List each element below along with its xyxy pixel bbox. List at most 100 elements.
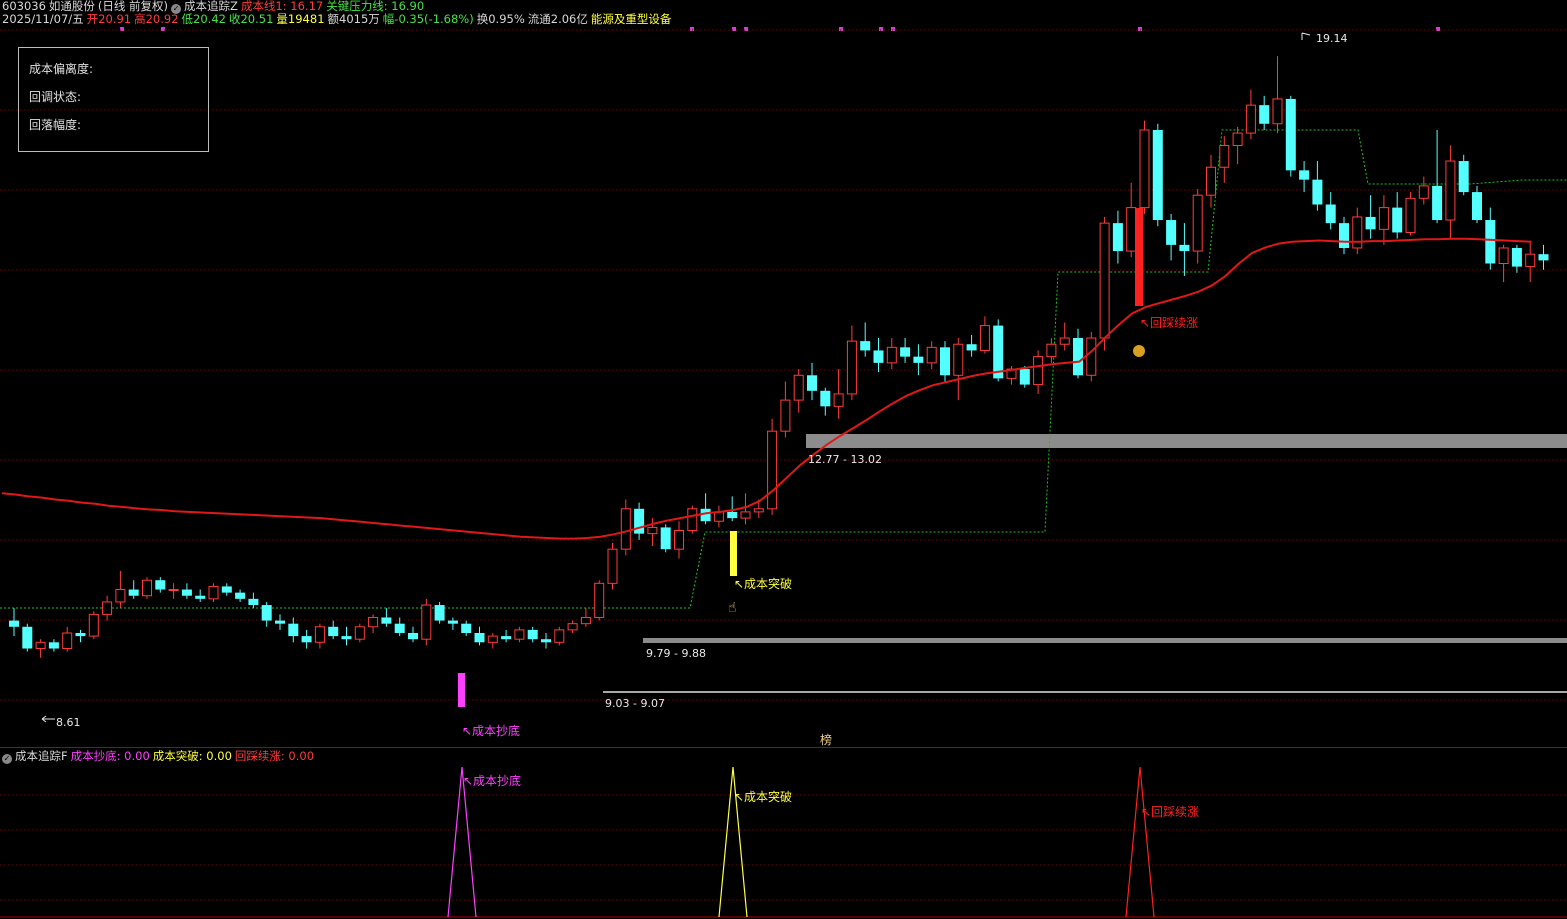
kline-chart[interactable]: 12.77 - 13.02 9.79 - 9.88 9.03 - 9.07 19.14… <box>0 0 1567 919</box>
candle-body <box>155 580 166 590</box>
candle-body <box>727 511 738 519</box>
candle-body <box>1299 170 1310 180</box>
sub-chart-header: ✓ 成本追踪F 成本抄底: 0.00 成本突破: 0.00 回踩续涨: 0.00 <box>2 750 317 764</box>
candle-body <box>102 601 113 615</box>
candle-body <box>328 626 339 637</box>
candle-body <box>1418 185 1429 199</box>
candle-body <box>580 616 591 625</box>
signal-spike-label: ↖回踩续涨 <box>1141 804 1199 819</box>
candle-body <box>341 636 352 640</box>
candle-body <box>1059 337 1070 345</box>
candle-body <box>248 598 259 606</box>
money-bag-icon <box>1133 345 1145 357</box>
candle-body <box>275 620 285 624</box>
candle-body <box>1192 194 1203 252</box>
candle-body <box>979 325 990 351</box>
low-pointer <box>41 715 55 723</box>
cost-line <box>1 237 1532 540</box>
price-zones <box>603 434 1567 693</box>
candle-body <box>607 548 618 584</box>
candle-body <box>221 586 232 593</box>
signal-spike-label: ↖成本抄底 <box>463 773 521 788</box>
candle-body <box>128 589 139 596</box>
zone-band-middle <box>643 638 1567 643</box>
signal-spike-label: ↖成本突破 <box>734 789 792 804</box>
candle-body <box>1312 179 1323 205</box>
candle-body <box>1046 343 1057 358</box>
candle-body <box>966 344 977 351</box>
candle-body <box>1458 161 1469 193</box>
candle-body <box>527 629 538 640</box>
candle-body <box>22 626 33 649</box>
hand-cursor-icon: ☝ <box>728 600 737 616</box>
signal-spike <box>447 766 477 918</box>
candle-body <box>567 623 578 631</box>
sub-indicator-menu-icon[interactable]: ✓ <box>2 754 12 764</box>
candle-body <box>1206 166 1216 196</box>
candle-body <box>75 632 86 637</box>
high-pointer <box>1301 32 1311 40</box>
signal-spike <box>1125 766 1155 918</box>
sub-grid-lines <box>0 794 1567 918</box>
candle-body <box>514 629 525 640</box>
candle-body <box>1538 254 1549 261</box>
candle-body <box>820 390 831 407</box>
low-price-label: 8.61 <box>56 716 81 729</box>
candle-body <box>793 374 804 401</box>
candle-body <box>833 393 844 407</box>
candle-body <box>1259 105 1270 124</box>
candle-body <box>554 629 565 643</box>
candle-body <box>394 623 405 633</box>
sub-indicator-name[interactable]: 成本追踪F <box>15 749 68 763</box>
candle-body <box>1472 192 1482 221</box>
candle-body <box>1139 129 1150 209</box>
candle-body <box>913 356 924 363</box>
candle-body <box>1232 132 1243 147</box>
candle-body <box>1152 129 1163 221</box>
pullback-status-label: 回调状态: <box>29 90 82 104</box>
candle-body <box>1511 247 1522 267</box>
candle-body <box>594 582 605 618</box>
zone-band-lower <box>603 691 1567 693</box>
panel-divider[interactable] <box>0 747 1567 748</box>
candle-body <box>9 620 19 627</box>
candle-body <box>674 530 684 550</box>
candle-body <box>1445 160 1456 221</box>
candle-body <box>886 346 897 364</box>
zone-band-upper <box>806 434 1567 448</box>
drop-ratio-label: 回落幅度: <box>29 118 82 132</box>
zone-label: 12.77 - 13.02 <box>808 453 882 466</box>
candle-body <box>1392 207 1403 233</box>
candle-body <box>1432 185 1443 221</box>
candle-body <box>873 350 884 363</box>
candle-body <box>807 375 817 391</box>
candle-body <box>487 635 498 643</box>
candle-body <box>1285 98 1296 171</box>
sub-bottom-label: 成本抄底: 0.00 <box>70 749 150 763</box>
candle-body <box>115 589 126 603</box>
rank-marker: 榜 <box>820 732 832 747</box>
candle-body <box>142 579 152 597</box>
candle-body <box>541 639 551 643</box>
candle-body <box>288 623 299 637</box>
candle-body <box>1166 220 1177 245</box>
candle-body <box>953 343 964 376</box>
sub-pullback-label: 回踩续涨: 0.00 <box>234 749 315 763</box>
candle-body <box>1245 104 1256 134</box>
candle-body <box>1365 216 1376 230</box>
grid-lines <box>0 29 1567 701</box>
candle-body <box>660 527 671 550</box>
candle-body <box>368 616 379 628</box>
candle-body <box>926 346 937 364</box>
sub-breakout-label: 成本突破: 0.00 <box>152 749 232 763</box>
candles <box>9 56 1549 707</box>
signal-spikes: ↖成本抄底 ↖成本突破 ↖回踩续涨 <box>447 766 1199 918</box>
candle-body <box>1219 145 1230 168</box>
candle-body <box>860 341 871 351</box>
candle-body <box>687 508 698 532</box>
candle-body <box>767 430 778 510</box>
candle-body <box>1525 253 1536 268</box>
candle-body <box>1126 207 1137 252</box>
info-panel: 成本偏离度: 回调状态: 回落幅度: <box>18 47 209 152</box>
candle-body <box>900 347 911 357</box>
